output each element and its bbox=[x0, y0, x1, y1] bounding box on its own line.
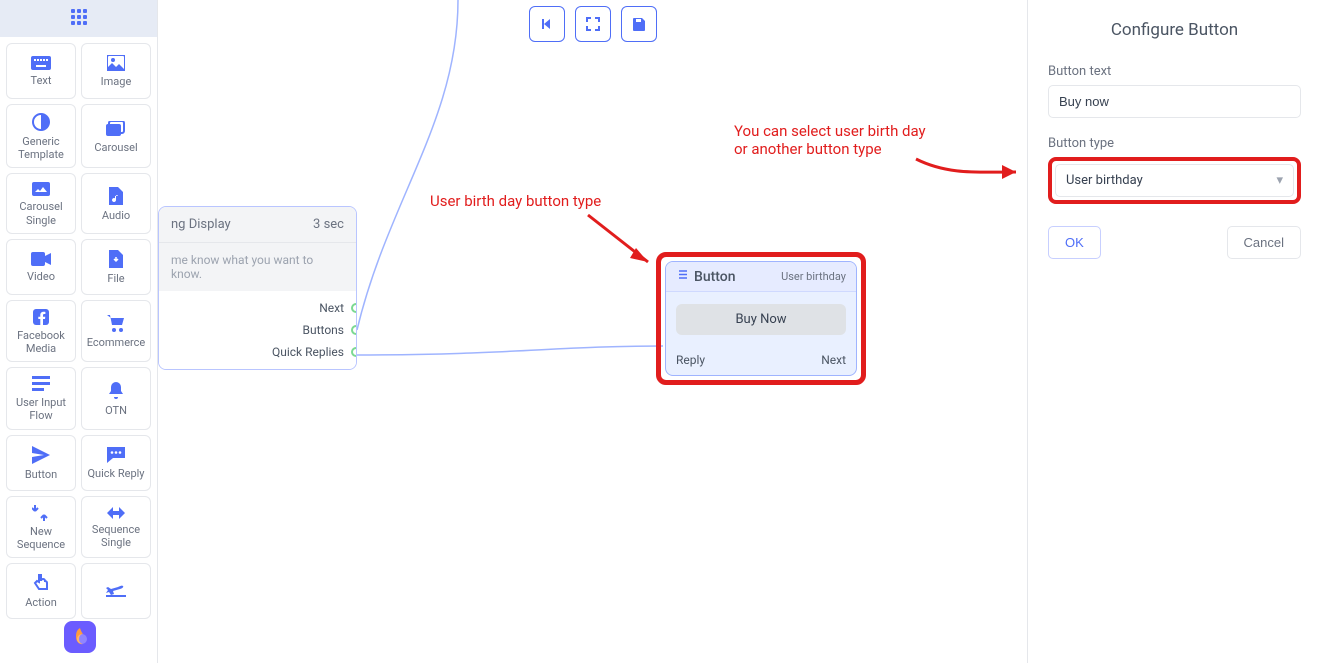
palette-item-user-input-flow[interactable]: User Input Flow bbox=[6, 367, 76, 429]
canvas[interactable]: ng Display 3 sec me know what you want t… bbox=[158, 0, 1027, 663]
bell-icon bbox=[108, 382, 124, 400]
ok-button[interactable]: OK bbox=[1048, 226, 1101, 259]
palette-item-new-sequence[interactable]: New Sequence bbox=[6, 496, 76, 558]
palette-item-generic-template[interactable]: Generic Template bbox=[6, 104, 76, 168]
canvas-toolbar bbox=[529, 6, 657, 42]
port-dot[interactable] bbox=[351, 347, 357, 357]
palette-item-quick-reply[interactable]: Quick Reply bbox=[81, 435, 151, 491]
button-node[interactable]: Button User birthday Buy Now Reply Next bbox=[665, 261, 857, 376]
button-node-tag: User birthday bbox=[781, 270, 846, 283]
palette-item-carousel-single[interactable]: Carousel Single bbox=[6, 173, 76, 233]
palette-item-label: OTN bbox=[105, 404, 127, 417]
annotation-2-line2: or another button type bbox=[734, 140, 926, 158]
video-icon bbox=[31, 252, 51, 266]
fit-view-button[interactable] bbox=[575, 6, 611, 42]
palette-item-label: Text bbox=[31, 74, 52, 87]
button-node-button[interactable]: Buy Now bbox=[676, 304, 846, 335]
contrast-icon bbox=[32, 113, 50, 131]
port-label: Next bbox=[319, 301, 344, 315]
palette-item-facebook-media[interactable]: Facebook Media bbox=[6, 300, 76, 362]
file-audio-icon bbox=[109, 187, 123, 205]
annotation-2: You can select user birth day or another… bbox=[734, 122, 926, 158]
reset-view-button[interactable] bbox=[529, 6, 565, 42]
chevron-down-icon: ▾ bbox=[1276, 173, 1283, 188]
sequence-icon bbox=[32, 505, 50, 521]
palette-item-image[interactable]: Image bbox=[81, 43, 151, 99]
palette-item-sequence-single[interactable]: Sequence Single bbox=[81, 496, 151, 558]
palette-item-label: Sequence Single bbox=[84, 523, 148, 549]
palette-item-audio[interactable]: Audio bbox=[81, 173, 151, 233]
port-dot[interactable] bbox=[351, 325, 357, 335]
input-flow-icon bbox=[32, 376, 50, 392]
sidebar-header[interactable] bbox=[0, 0, 157, 37]
save-button[interactable] bbox=[621, 6, 657, 42]
typing-display-node[interactable]: ng Display 3 sec me know what you want t… bbox=[158, 206, 357, 370]
cancel-button[interactable]: Cancel bbox=[1227, 226, 1301, 259]
pointer-icon bbox=[33, 574, 49, 592]
annotation-2-line1: You can select user birth day bbox=[734, 122, 926, 140]
image-icon bbox=[107, 55, 125, 71]
plane-icon bbox=[106, 583, 126, 597]
port-next: Next bbox=[821, 353, 846, 367]
port-dot[interactable] bbox=[351, 303, 357, 313]
palette-item-label: Carousel Single bbox=[9, 200, 73, 226]
palette-item-label: File bbox=[107, 272, 124, 285]
palette-item-label: User Input Flow bbox=[9, 396, 73, 422]
list-icon bbox=[676, 268, 689, 285]
port-label: Quick Replies bbox=[272, 345, 344, 359]
palette-item-label: Carousel bbox=[94, 141, 137, 154]
port-reply: Reply bbox=[676, 353, 705, 367]
button-text-label: Button text bbox=[1048, 64, 1301, 79]
palette-item-label: Button bbox=[25, 468, 57, 481]
file-icon bbox=[109, 250, 123, 268]
typing-node-duration: 3 sec bbox=[313, 217, 344, 232]
sidebar: Text Image Generic Template Carousel Car… bbox=[0, 0, 158, 663]
palette-item-otn[interactable]: OTN bbox=[81, 367, 151, 429]
button-node-title-text: Button bbox=[694, 269, 736, 285]
palette-item-ecommerce[interactable]: Ecommerce bbox=[81, 300, 151, 362]
button-node-highlight: Button User birthday Buy Now Reply Next bbox=[656, 252, 866, 385]
button-type-label: Button type bbox=[1048, 136, 1301, 151]
button-text-input[interactable] bbox=[1048, 85, 1301, 118]
app-logo[interactable] bbox=[64, 621, 96, 653]
chat-icon bbox=[107, 447, 125, 463]
palette: Text Image Generic Template Carousel Car… bbox=[0, 37, 157, 625]
button-type-select[interactable]: User birthday ▾ bbox=[1055, 164, 1294, 197]
palette-item-label: Facebook Media bbox=[9, 329, 73, 355]
apps-icon bbox=[70, 8, 88, 30]
image-single-icon bbox=[32, 182, 50, 196]
send-icon bbox=[32, 446, 50, 464]
palette-item-label: Image bbox=[101, 75, 132, 88]
panel-title: Configure Button bbox=[1048, 20, 1301, 40]
palette-item-label: New Sequence bbox=[9, 525, 73, 551]
cart-icon bbox=[106, 314, 126, 332]
palette-item-label: Generic Template bbox=[9, 135, 73, 161]
palette-item-text[interactable]: Text bbox=[6, 43, 76, 99]
palette-item-label: Audio bbox=[102, 209, 130, 222]
palette-item-label: Action bbox=[25, 596, 57, 609]
typing-node-title: ng Display bbox=[171, 217, 231, 232]
palette-item-label: Ecommerce bbox=[87, 336, 146, 349]
button-type-highlight: User birthday ▾ bbox=[1048, 157, 1301, 204]
palette-item-action[interactable]: Action bbox=[6, 563, 76, 619]
palette-item-label: Quick Reply bbox=[87, 467, 144, 480]
palette-item-label: Video bbox=[27, 270, 55, 283]
sequence-single-icon bbox=[107, 507, 125, 519]
typing-node-hint: me know what you want to know. bbox=[159, 242, 356, 291]
palette-item-file[interactable]: File bbox=[81, 239, 151, 295]
palette-item-button[interactable]: Button bbox=[6, 435, 76, 491]
palette-item-item[interactable] bbox=[81, 563, 151, 619]
images-icon bbox=[106, 121, 126, 137]
palette-item-video[interactable]: Video bbox=[6, 239, 76, 295]
port-label: Buttons bbox=[303, 323, 345, 337]
button-node-title: Button bbox=[676, 268, 736, 285]
configure-panel: Configure Button Button text Button type… bbox=[1027, 0, 1321, 663]
button-type-value: User birthday bbox=[1066, 173, 1143, 188]
facebook-icon bbox=[33, 309, 49, 325]
annotation-1: User birth day button type bbox=[430, 192, 601, 210]
palette-item-carousel[interactable]: Carousel bbox=[81, 104, 151, 168]
keyboard-icon bbox=[31, 56, 51, 70]
